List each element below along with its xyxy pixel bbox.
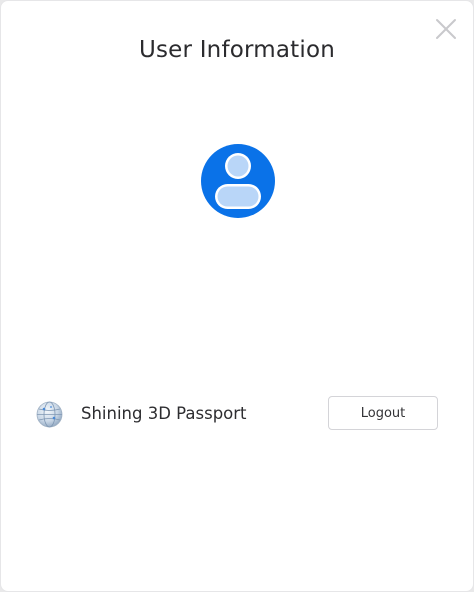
account-name: Shining 3D Passport xyxy=(81,404,247,423)
logout-button[interactable]: Logout xyxy=(328,396,438,430)
account-row: Shining 3D Passport Logout xyxy=(1,396,473,432)
avatar xyxy=(201,144,275,218)
user-information-dialog: User Information Shining 3D Passport Log… xyxy=(0,0,474,592)
user-avatar-icon xyxy=(201,144,275,218)
dialog-title: User Information xyxy=(138,37,336,63)
globe-icon xyxy=(36,401,63,428)
